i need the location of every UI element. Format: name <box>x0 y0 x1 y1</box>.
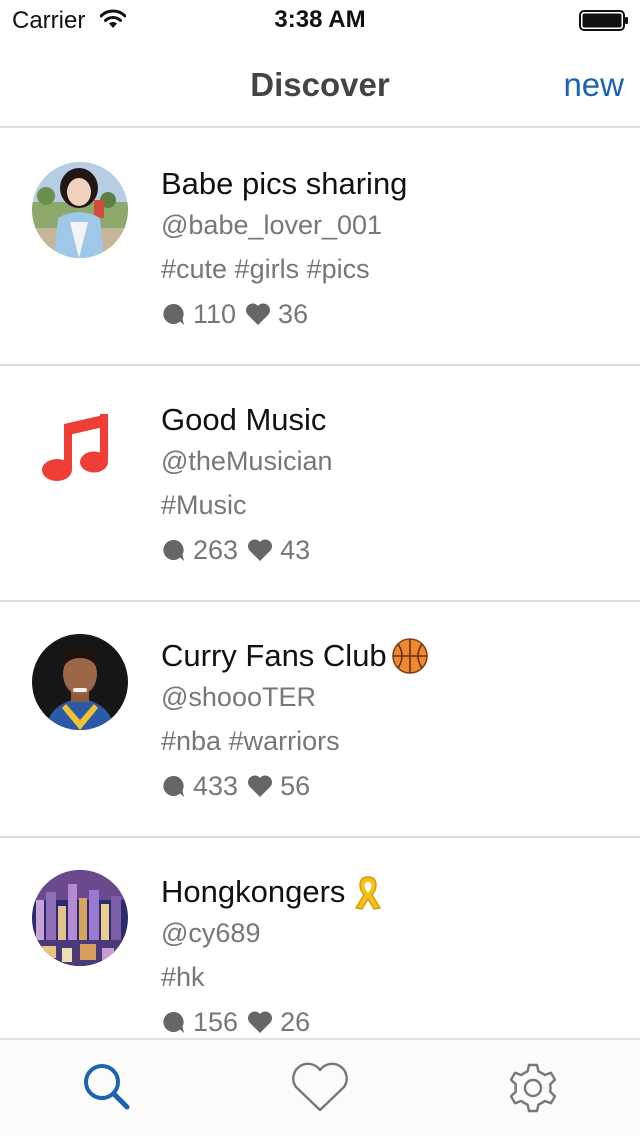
comment-icon <box>163 303 184 325</box>
item-title: Curry Fans Club <box>161 638 387 673</box>
like-count: 56 <box>280 770 311 801</box>
item-handle: @theMusician <box>161 446 333 476</box>
discover-list[interactable]: Babe pics sharing @babe_lover_001 #cute … <box>0 130 640 1038</box>
tab-discover[interactable] <box>27 1040 187 1136</box>
tab-settings[interactable] <box>453 1040 613 1136</box>
comment-icon <box>163 775 184 797</box>
comment-count: 433 <box>193 770 239 801</box>
comment-count: 263 <box>193 534 239 565</box>
search-icon <box>84 1064 130 1110</box>
avatar <box>32 870 128 966</box>
tab-favorites[interactable] <box>240 1040 400 1136</box>
like-count: 36 <box>278 298 309 329</box>
heart-icon <box>292 1062 348 1112</box>
basketball-icon <box>391 638 428 674</box>
yellow-ribbon-icon <box>355 876 382 910</box>
item-tags: #cute #girls #pics <box>161 254 370 284</box>
avatar <box>32 634 128 730</box>
avatar <box>32 162 128 258</box>
item-stats: 156 26 <box>161 1006 310 1038</box>
battery-icon <box>579 10 628 31</box>
item-handle: @cy689 <box>161 918 261 948</box>
item-handle: @shoooTER <box>161 682 316 712</box>
item-title: Hongkongers <box>161 874 346 909</box>
status-bar: Carrier 3:38 AM <box>0 0 640 40</box>
list-item[interactable]: Good Music @theMusician #Music 263 43 <box>0 366 640 602</box>
list-item[interactable]: Curry Fans Club @shoooTER #nba #warriors… <box>0 602 640 838</box>
page-title: Discover <box>250 66 390 103</box>
tab-bar <box>0 1038 640 1136</box>
item-stats: 263 43 <box>161 534 310 566</box>
like-count: 26 <box>280 1006 311 1037</box>
new-button[interactable]: new <box>563 66 624 104</box>
music-note-icon <box>42 414 108 481</box>
item-stats: 433 56 <box>161 770 310 802</box>
item-tags: #nba #warriors <box>161 726 340 756</box>
item-tags: #Music <box>161 490 247 520</box>
comment-count: 110 <box>193 298 237 329</box>
heart-icon <box>246 303 271 325</box>
navigation-bar: Discover new <box>0 40 640 128</box>
item-title: Babe pics sharing <box>161 166 408 201</box>
gear-icon <box>509 1063 557 1113</box>
comment-icon <box>163 1011 184 1033</box>
heart-icon <box>248 775 273 797</box>
item-tags: #hk <box>161 962 205 992</box>
list-item[interactable]: Babe pics sharing @babe_lover_001 #cute … <box>0 130 640 366</box>
comment-icon <box>163 539 184 561</box>
status-time: 3:38 AM <box>274 6 366 33</box>
item-handle: @babe_lover_001 <box>161 210 383 240</box>
item-title: Good Music <box>161 402 327 437</box>
list-item[interactable]: Hongkongers @cy689 #hk 156 26 <box>0 838 640 1038</box>
item-stats: 110 36 <box>161 298 308 330</box>
like-count: 43 <box>280 534 311 565</box>
comment-count: 156 <box>193 1006 239 1037</box>
heart-icon <box>248 539 273 561</box>
heart-icon <box>248 1011 273 1033</box>
